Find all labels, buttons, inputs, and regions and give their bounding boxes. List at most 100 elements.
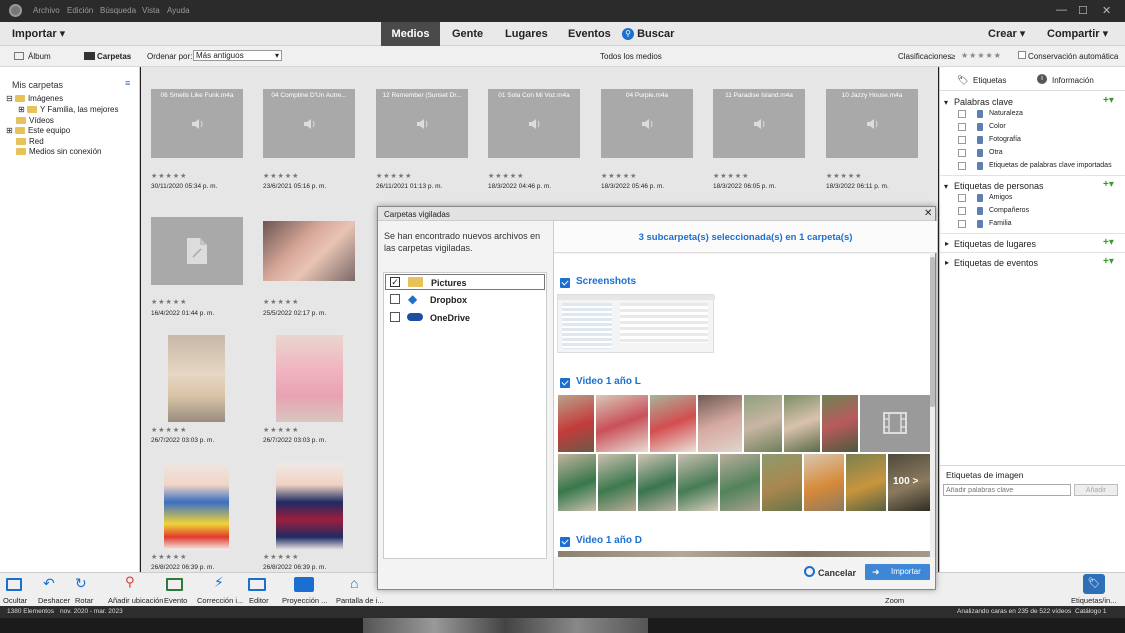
import-button[interactable]: Importar ▾ — [12, 22, 65, 46]
media-item-photo[interactable] — [164, 463, 229, 550]
people-section[interactable]: Etiquetas de personas — [954, 181, 1044, 191]
keyword-checkbox[interactable] — [958, 123, 966, 131]
places-section[interactable]: Etiquetas de lugares — [954, 239, 1036, 249]
media-item-photo[interactable] — [168, 335, 225, 422]
share-button[interactable]: Compartir ▾ — [1047, 22, 1108, 46]
rating-stars[interactable]: ★★★★★ — [376, 172, 412, 180]
media-item-missing[interactable] — [151, 217, 243, 285]
tool-rotar[interactable]: Rotar — [75, 596, 93, 605]
folders-tab[interactable]: Carpetas — [97, 52, 131, 61]
hide-panel-icon[interactable] — [6, 578, 22, 591]
screenshot-thumb[interactable] — [557, 294, 715, 353]
more-count-badge[interactable]: 100 > — [893, 476, 918, 487]
video-thumb[interactable] — [558, 395, 594, 452]
tab-lugares[interactable]: Lugares — [505, 22, 548, 46]
person-companeros[interactable]: Compañeros — [989, 207, 1029, 214]
tool-ocultar[interactable]: Ocultar — [3, 596, 27, 605]
media-item-photo[interactable] — [276, 335, 343, 422]
rotate-icon[interactable]: ↻ — [75, 575, 87, 592]
video-thumb[interactable] — [596, 395, 648, 452]
rating-stars[interactable]: ★★★★★ — [151, 426, 187, 434]
tab-informacion[interactable]: Información — [1052, 76, 1094, 85]
undo-icon[interactable]: ↶ — [43, 575, 55, 592]
rating-stars[interactable]: ★★★★★ — [151, 553, 187, 561]
tool-editor[interactable]: Editor — [249, 596, 269, 605]
video-thumb[interactable] — [650, 395, 696, 452]
video-thumb[interactable] — [558, 454, 596, 511]
keyword-color[interactable]: Color — [989, 123, 1006, 130]
cancel-button[interactable]: Cancelar — [818, 568, 856, 578]
media-item-audio[interactable]: 04 Purple.m4a — [601, 89, 693, 158]
keyword-checkbox[interactable] — [958, 149, 966, 157]
rating-stars-filter[interactable]: ★★★★★ — [961, 51, 1002, 60]
rating-stars[interactable]: ★★★★★ — [263, 298, 299, 306]
image-tags-input[interactable] — [943, 484, 1071, 496]
video-thumb[interactable] — [784, 395, 820, 452]
tab-gente[interactable]: Gente — [452, 22, 483, 46]
person-amigos[interactable]: Amigos — [989, 194, 1012, 201]
menu-ayuda[interactable]: Ayuda — [167, 6, 190, 15]
person-familia[interactable]: Familia — [989, 220, 1012, 227]
tree-item-este-equipo[interactable]: ⊞ Este equipo — [6, 126, 70, 135]
search-button[interactable]: ⚲ Buscar — [622, 22, 674, 46]
source-row-pictures[interactable]: ✓ Pictures — [385, 274, 545, 290]
maximize-icon[interactable]: ☐ — [1078, 4, 1088, 17]
events-section[interactable]: Etiquetas de eventos — [954, 258, 1038, 268]
source-row-dropbox[interactable]: ◆ Dropbox — [385, 292, 545, 308]
person-checkbox[interactable] — [958, 194, 966, 202]
source-checkbox[interactable] — [390, 294, 400, 304]
media-item-audio[interactable]: 01 Sola Con Mi Voz.m4a — [488, 89, 580, 158]
tab-medios[interactable]: Medios — [381, 22, 440, 46]
rating-stars[interactable]: ★★★★★ — [826, 172, 862, 180]
expand-places-icon[interactable]: ▸ — [945, 239, 949, 248]
rating-stars[interactable]: ★★★★★ — [263, 553, 299, 561]
menu-edicion[interactable]: Edición — [67, 6, 93, 15]
add-keyword-icon[interactable]: +▾ — [1103, 95, 1114, 106]
group-checkbox[interactable] — [560, 378, 570, 388]
menu-vista[interactable]: Vista — [142, 6, 160, 15]
keyword-checkbox[interactable] — [958, 110, 966, 118]
keywords-section[interactable]: Palabras clave — [954, 97, 1013, 107]
tool-deshacer[interactable]: Deshacer — [38, 596, 70, 605]
video-thumb-more[interactable]: 100 > — [888, 454, 930, 511]
keyword-checkbox[interactable] — [958, 136, 966, 144]
album-tab[interactable]: Álbum — [28, 52, 51, 61]
rating-stars[interactable]: ★★★★★ — [713, 172, 749, 180]
media-item-audio[interactable]: 11 Paradise Island.m4a — [713, 89, 805, 158]
menu-busqueda[interactable]: Búsqueda — [100, 6, 136, 15]
tree-item-offline[interactable]: Medios sin conexión — [16, 147, 101, 156]
expand-people-icon[interactable]: ▾ — [944, 182, 948, 191]
event-icon[interactable] — [166, 578, 183, 591]
tree-item-imagenes[interactable]: ⊟ Imágenes — [6, 94, 63, 103]
minimize-icon[interactable]: — — [1056, 4, 1067, 16]
video-thumb[interactable] — [638, 454, 676, 511]
tree-item-familia[interactable]: ⊞ Y Familia, las mejores — [18, 105, 118, 114]
media-item-photo[interactable] — [263, 221, 355, 281]
instant-fix-icon[interactable]: ⚡ — [214, 574, 224, 591]
import-dialog-button[interactable]: ➜ Importar — [865, 564, 930, 580]
tool-correccion[interactable]: Corrección i... — [197, 596, 243, 605]
keyword-naturaleza[interactable]: Naturaleza — [989, 110, 1023, 117]
menu-archivo[interactable]: Archivo — [33, 6, 60, 15]
add-tag-button[interactable]: Añadir — [1074, 484, 1118, 496]
tool-evento[interactable]: Evento — [164, 596, 187, 605]
keyword-fotografia[interactable]: Fotografía — [989, 136, 1021, 143]
autosave-checkbox[interactable] — [1018, 51, 1026, 59]
media-item-audio[interactable]: 04 Comptine D'Un Autre... — [263, 89, 355, 158]
video-thumb[interactable] — [762, 454, 802, 511]
scrollbar-thumb[interactable] — [930, 257, 935, 407]
media-item-audio[interactable]: 06 Smells Like Funk.m4a — [151, 89, 243, 158]
tags-info-toggle[interactable]: Etiquetas/in... — [1071, 596, 1116, 605]
media-item-photo[interactable] — [276, 463, 343, 550]
group-checkbox[interactable] — [560, 278, 570, 288]
expand-events-icon[interactable]: ▸ — [945, 258, 949, 267]
rating-stars[interactable]: ★★★★★ — [263, 172, 299, 180]
keyword-otra[interactable]: Otra — [989, 149, 1003, 156]
video-thumb[interactable] — [678, 454, 718, 511]
expand-keywords-icon[interactable]: ▾ — [944, 98, 948, 107]
keyword-checkbox[interactable] — [958, 162, 966, 170]
tab-etiquetas[interactable]: Etiquetas — [973, 76, 1006, 85]
rating-stars[interactable]: ★★★★★ — [263, 426, 299, 434]
video-thumb[interactable] — [804, 454, 844, 511]
add-person-icon[interactable]: +▾ — [1103, 179, 1114, 190]
